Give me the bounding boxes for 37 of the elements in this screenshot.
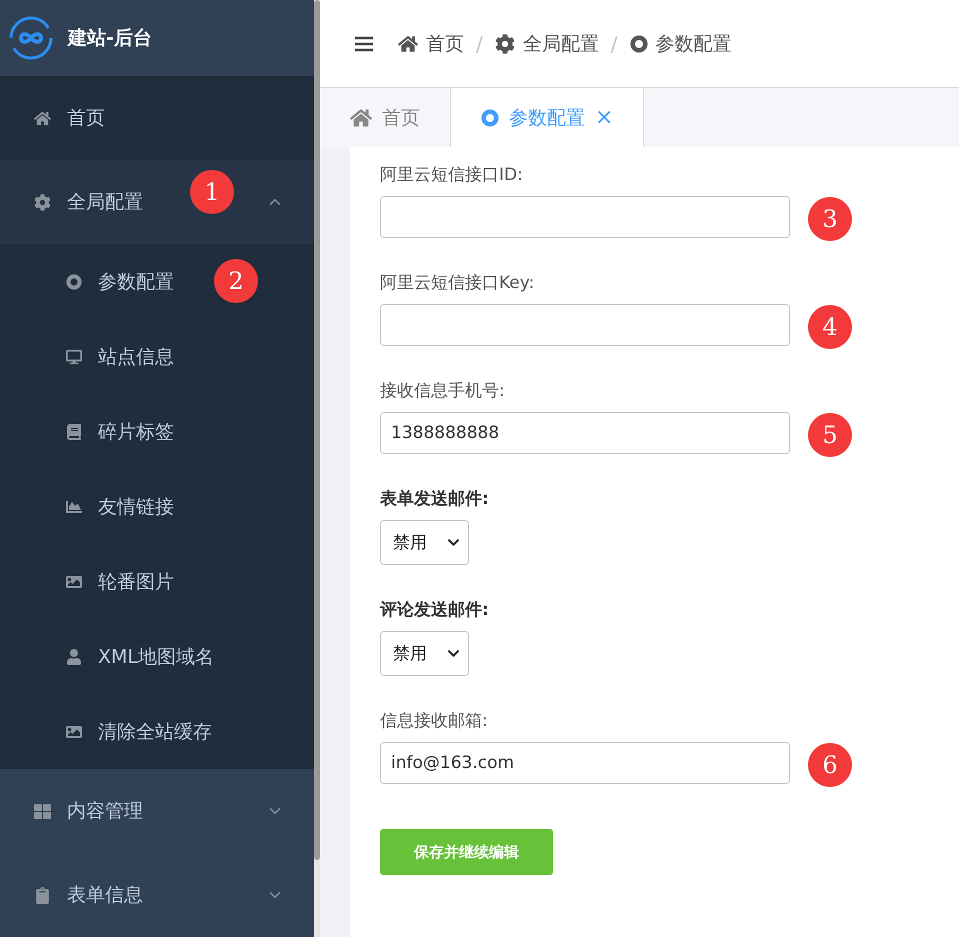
input-field[interactable]: info@163.com xyxy=(380,742,790,784)
number-badge: 2 xyxy=(214,259,258,303)
number-badge: 5 xyxy=(808,413,852,457)
input-field[interactable] xyxy=(380,304,790,346)
select-field[interactable]: 禁用 xyxy=(380,631,469,676)
chevron-down-icon xyxy=(447,647,460,660)
logo-icon xyxy=(8,15,54,61)
field-label: 评论发送邮件: xyxy=(380,599,490,621)
menu-item[interactable]: 内容管理 xyxy=(0,769,314,853)
input-field[interactable]: 1388888888 xyxy=(380,412,790,454)
number-badge: 4 xyxy=(808,305,852,349)
gear-icon xyxy=(494,34,515,54)
brand-title: 建站-后台 xyxy=(68,26,152,51)
breadcrumb-item: 参数配置 xyxy=(656,32,732,56)
field-label: 阿里云短信接口Key: xyxy=(380,272,536,294)
scrollbar-thumb[interactable] xyxy=(314,0,320,860)
number-badge: 6 xyxy=(808,743,852,787)
input-field[interactable] xyxy=(380,196,790,238)
menu-item[interactable]: 表单信息 xyxy=(0,853,314,937)
breadcrumb-item[interactable]: 首页 xyxy=(426,30,464,56)
chevron-down-icon xyxy=(447,536,460,549)
ring-icon xyxy=(66,274,82,290)
menu-item[interactable]: 全局配置 1 xyxy=(0,160,314,244)
field-label: 接收信息手机号: xyxy=(380,380,506,402)
ring-icon xyxy=(481,108,499,126)
breadcrumb-item[interactable]: 全局配置 xyxy=(522,30,599,56)
breadcrumb-separator: / xyxy=(610,32,618,56)
select-field[interactable]: 禁用 xyxy=(380,520,469,565)
home-icon xyxy=(350,106,372,128)
field-label: 阿里云短信接口ID: xyxy=(380,164,524,186)
ring-icon xyxy=(630,34,648,52)
number-badge: 3 xyxy=(808,197,852,241)
field-label: 信息接收邮箱: xyxy=(380,710,489,732)
breadcrumb-separator: / xyxy=(476,32,483,56)
number-badge: 1 xyxy=(190,170,234,214)
home-icon xyxy=(398,34,418,54)
field-label: 表单发送邮件: xyxy=(380,488,490,510)
